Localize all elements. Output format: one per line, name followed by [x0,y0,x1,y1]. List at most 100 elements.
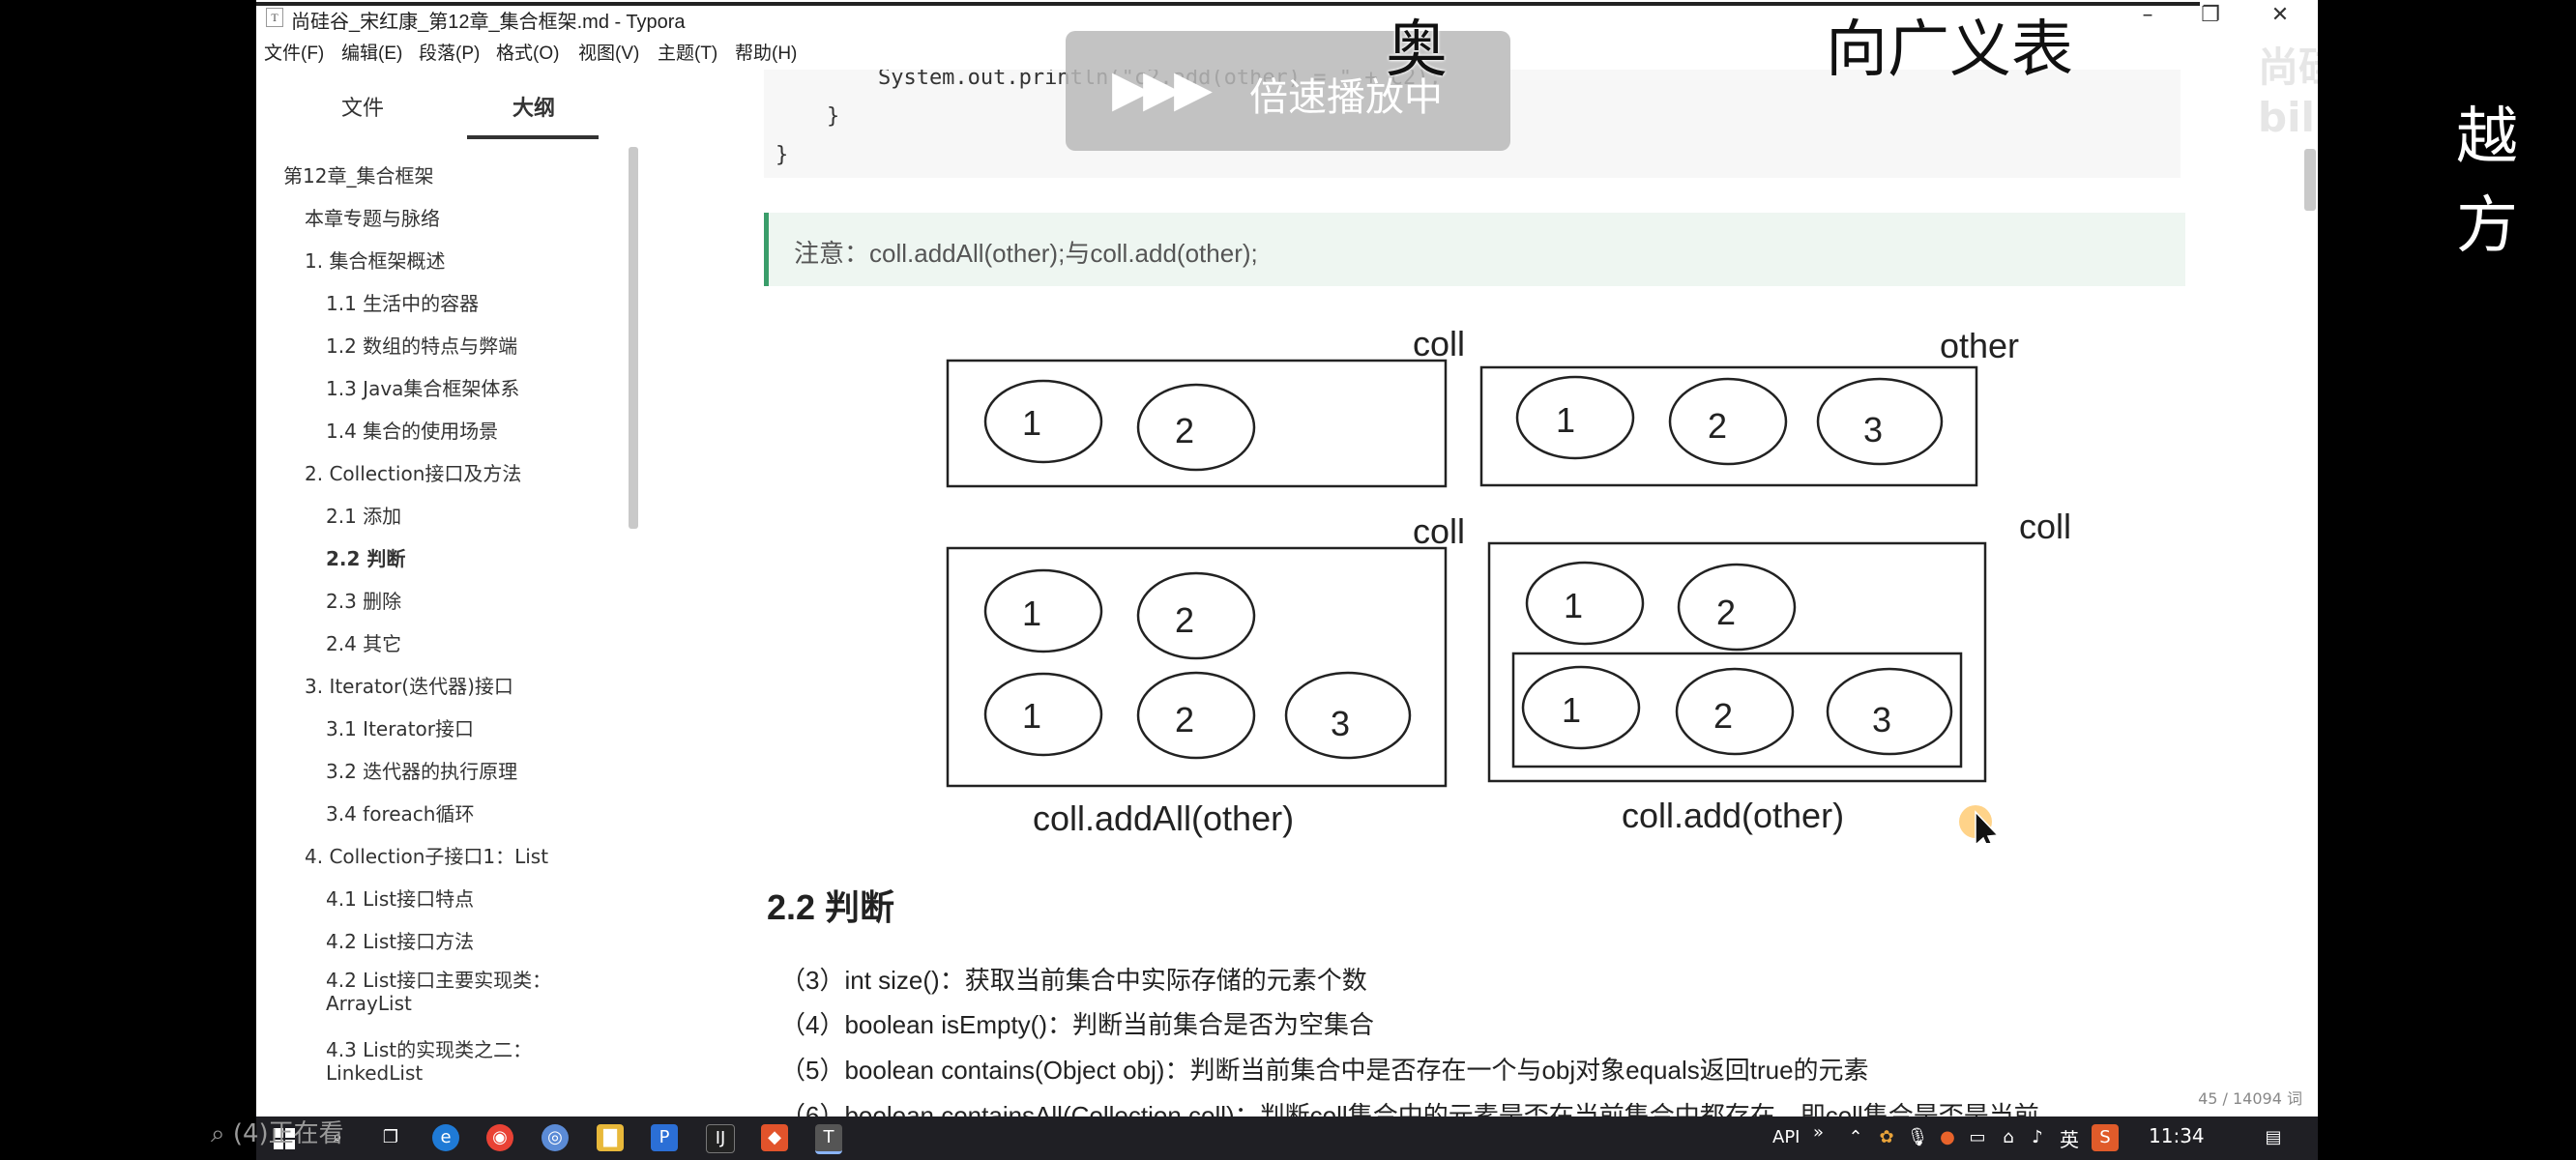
edge-browser-icon[interactable]: e [432,1124,459,1151]
outline-item[interactable]: 本章专题与脉络 [305,203,440,231]
minimize-button[interactable]: – [2118,0,2178,33]
editor-scrollbar[interactable] [2304,149,2316,211]
label-coll-add: coll [2019,507,2071,546]
active-tab-indicator [467,135,599,139]
box-coll-addall [946,546,1448,788]
microphone-icon[interactable]: 🎙 [1904,1124,1931,1151]
browser-icon[interactable]: ◎ [542,1124,569,1151]
addall-vs-add-diagram: coll 1 2 other 1 2 3 coll 1 2 1 2 3 coll… [946,324,2071,843]
list-item: （3）int size()：获取当前集合中实际存储的元素个数 [780,966,1367,995]
app-icon-p[interactable]: P [651,1124,678,1151]
comment-ghost-text: ⌕ (4)正在看 [211,1119,344,1148]
element-label: 2 [1708,406,1727,446]
intellij-icon[interactable]: IJ [706,1124,735,1153]
task-view-icon[interactable]: ❐ [377,1124,404,1151]
ellipse-2 [1136,383,1256,472]
notification-icon[interactable]: ▤ [2260,1124,2287,1151]
outline-item[interactable]: 2.1 添加 [326,501,401,529]
menu-view[interactable]: 视图(V) [578,39,639,65]
outline-item[interactable]: 2.4 其它 [326,628,401,656]
outline-item[interactable]: 3. Iterator(迭代器)接口 [305,671,513,699]
element-label: 2 [1713,696,1733,736]
menu-edit[interactable]: 编辑(E) [341,39,402,65]
element-label: 1 [1562,690,1581,730]
window-title: 尚硅谷_宋红康_第12章_集合框架.md - Typora [291,12,686,33]
element-label: 3 [1331,704,1350,743]
ellipse-2 [1136,571,1256,660]
menu-theme[interactable]: 主题(T) [658,39,717,65]
typora-window: T 尚硅谷_宋红康_第12章_集合框架.md - Typora – ❐ ✕ 文件… [256,0,2318,1116]
tray-app-icon[interactable]: ✿ [1873,1124,1900,1151]
file-explorer-icon[interactable]: ▇ [597,1124,624,1151]
section-heading: 2.2 判断 [767,887,895,927]
network-icon[interactable]: ⌂ [1995,1124,2022,1151]
element-label: 1 [1556,400,1575,440]
outline-item[interactable]: 4.1 List接口特点 [326,884,474,912]
outline-item[interactable]: 1.4 集合的使用场景 [326,416,498,444]
typora-app-icon: T [266,8,283,27]
word-count[interactable]: 45 / 14094 词 [2198,1086,2302,1109]
element-label: 2 [1175,600,1194,640]
outline-item[interactable]: ArrayList [326,992,412,1015]
outline-item[interactable]: LinkedList [326,1061,423,1085]
outline-item[interactable]: 3.2 迭代器的执行原理 [326,756,517,784]
element-label: 2 [1175,411,1194,450]
subtitle-fragment: 奥 [1386,14,1448,86]
input-language[interactable]: 英 [2060,1124,2079,1152]
outline-sidebar: 文件 大纲 第12章_集合框架 本章专题与脉络 1. 集合框架概述 1.1 生活… [256,70,644,1116]
sidebar-scrollbar[interactable] [629,147,638,529]
caption-add: coll.add(other) [1622,796,1844,835]
tray-api-label[interactable]: API [1772,1127,1800,1147]
outline-item[interactable]: 2. Collection接口及方法 [305,458,521,486]
tray-storage-icon[interactable]: ▭ [1964,1124,1991,1151]
subtitle-fragment: 向广义表 [1826,14,2073,86]
element-label: 1 [1022,696,1041,736]
ellipse-1 [983,379,1103,464]
ellipse-2 [1136,671,1256,760]
outline-item[interactable]: 1.1 生活中的容器 [326,288,479,316]
chrome-icon[interactable]: ◉ [486,1124,513,1151]
bilibili-watermark: 尚硅谷 bilibili [2258,44,2318,141]
outline-item[interactable]: 4.2 List接口主要实现类： [326,965,551,993]
tab-files[interactable]: 文件 [341,91,384,122]
element-label: 2 [1175,700,1194,740]
clock[interactable]: 11:34 [2149,1124,2205,1147]
ellipse-2 [1675,667,1795,756]
outline-item[interactable]: 3.1 Iterator接口 [326,713,474,741]
element-label: 1 [1564,586,1583,625]
outline-item[interactable]: 1.3 Java集合框架体系 [326,373,519,401]
outline-item[interactable]: 3.4 foreach循环 [326,798,474,826]
outline-item[interactable]: 2.3 删除 [326,586,401,614]
windows-taskbar: ⌕ ❐ e ◉ ◎ ▇ P IJ ◆ T API » ⌃ ✿ 🎙 ● ▭ ⌂ ♪… [256,1116,2318,1160]
list-item: （4）boolean isEmpty()：判断当前集合是否为空集合 [780,1010,1374,1039]
label-coll-addall: coll [1413,511,1465,551]
outline-item[interactable]: 4. Collection子接口1：List [305,841,548,869]
volume-icon[interactable]: ♪ [2024,1124,2051,1151]
maximize-button[interactable]: ❐ [2181,0,2240,33]
ellipse-2 [1677,563,1797,652]
menu-format[interactable]: 格式(O) [496,39,559,65]
typora-taskbar-icon[interactable]: T [815,1124,842,1154]
tray-record-icon[interactable]: ● [1934,1124,1961,1151]
outline-item[interactable]: 4.2 List接口方法 [326,926,474,954]
sogou-ime-icon[interactable]: S [2092,1124,2119,1151]
element-label: 2 [1716,593,1736,632]
outline-item[interactable]: 4.3 List的实现类之二： [326,1034,532,1062]
caption-addall: coll.addAll(other) [1033,798,1294,838]
close-button[interactable]: ✕ [2250,0,2310,33]
outline-item-active[interactable]: 2.2 判断 [326,543,405,571]
tray-chevron-icon[interactable]: ⌃ [1842,1124,1869,1151]
label-other: other [1940,326,2019,365]
ellipse-1 [1525,561,1645,646]
menu-help[interactable]: 帮助(H) [735,39,797,65]
menu-file[interactable]: 文件(F) [264,39,324,65]
outline-item[interactable]: 1.2 数组的特点与弊端 [326,331,517,359]
outline-item[interactable]: 第12章_集合框架 [283,160,433,188]
label-coll-top: coll [1413,324,1465,363]
menu-paragraph[interactable]: 段落(P) [419,39,480,65]
tray-overflow-icon[interactable]: » [1813,1122,1824,1143]
list-item: （6）boolean containsAll(Collection coll)：… [780,1101,2039,1116]
tab-outline[interactable]: 大纲 [512,91,555,122]
git-icon[interactable]: ◆ [761,1124,788,1151]
outline-item[interactable]: 1. 集合框架概述 [305,246,445,274]
